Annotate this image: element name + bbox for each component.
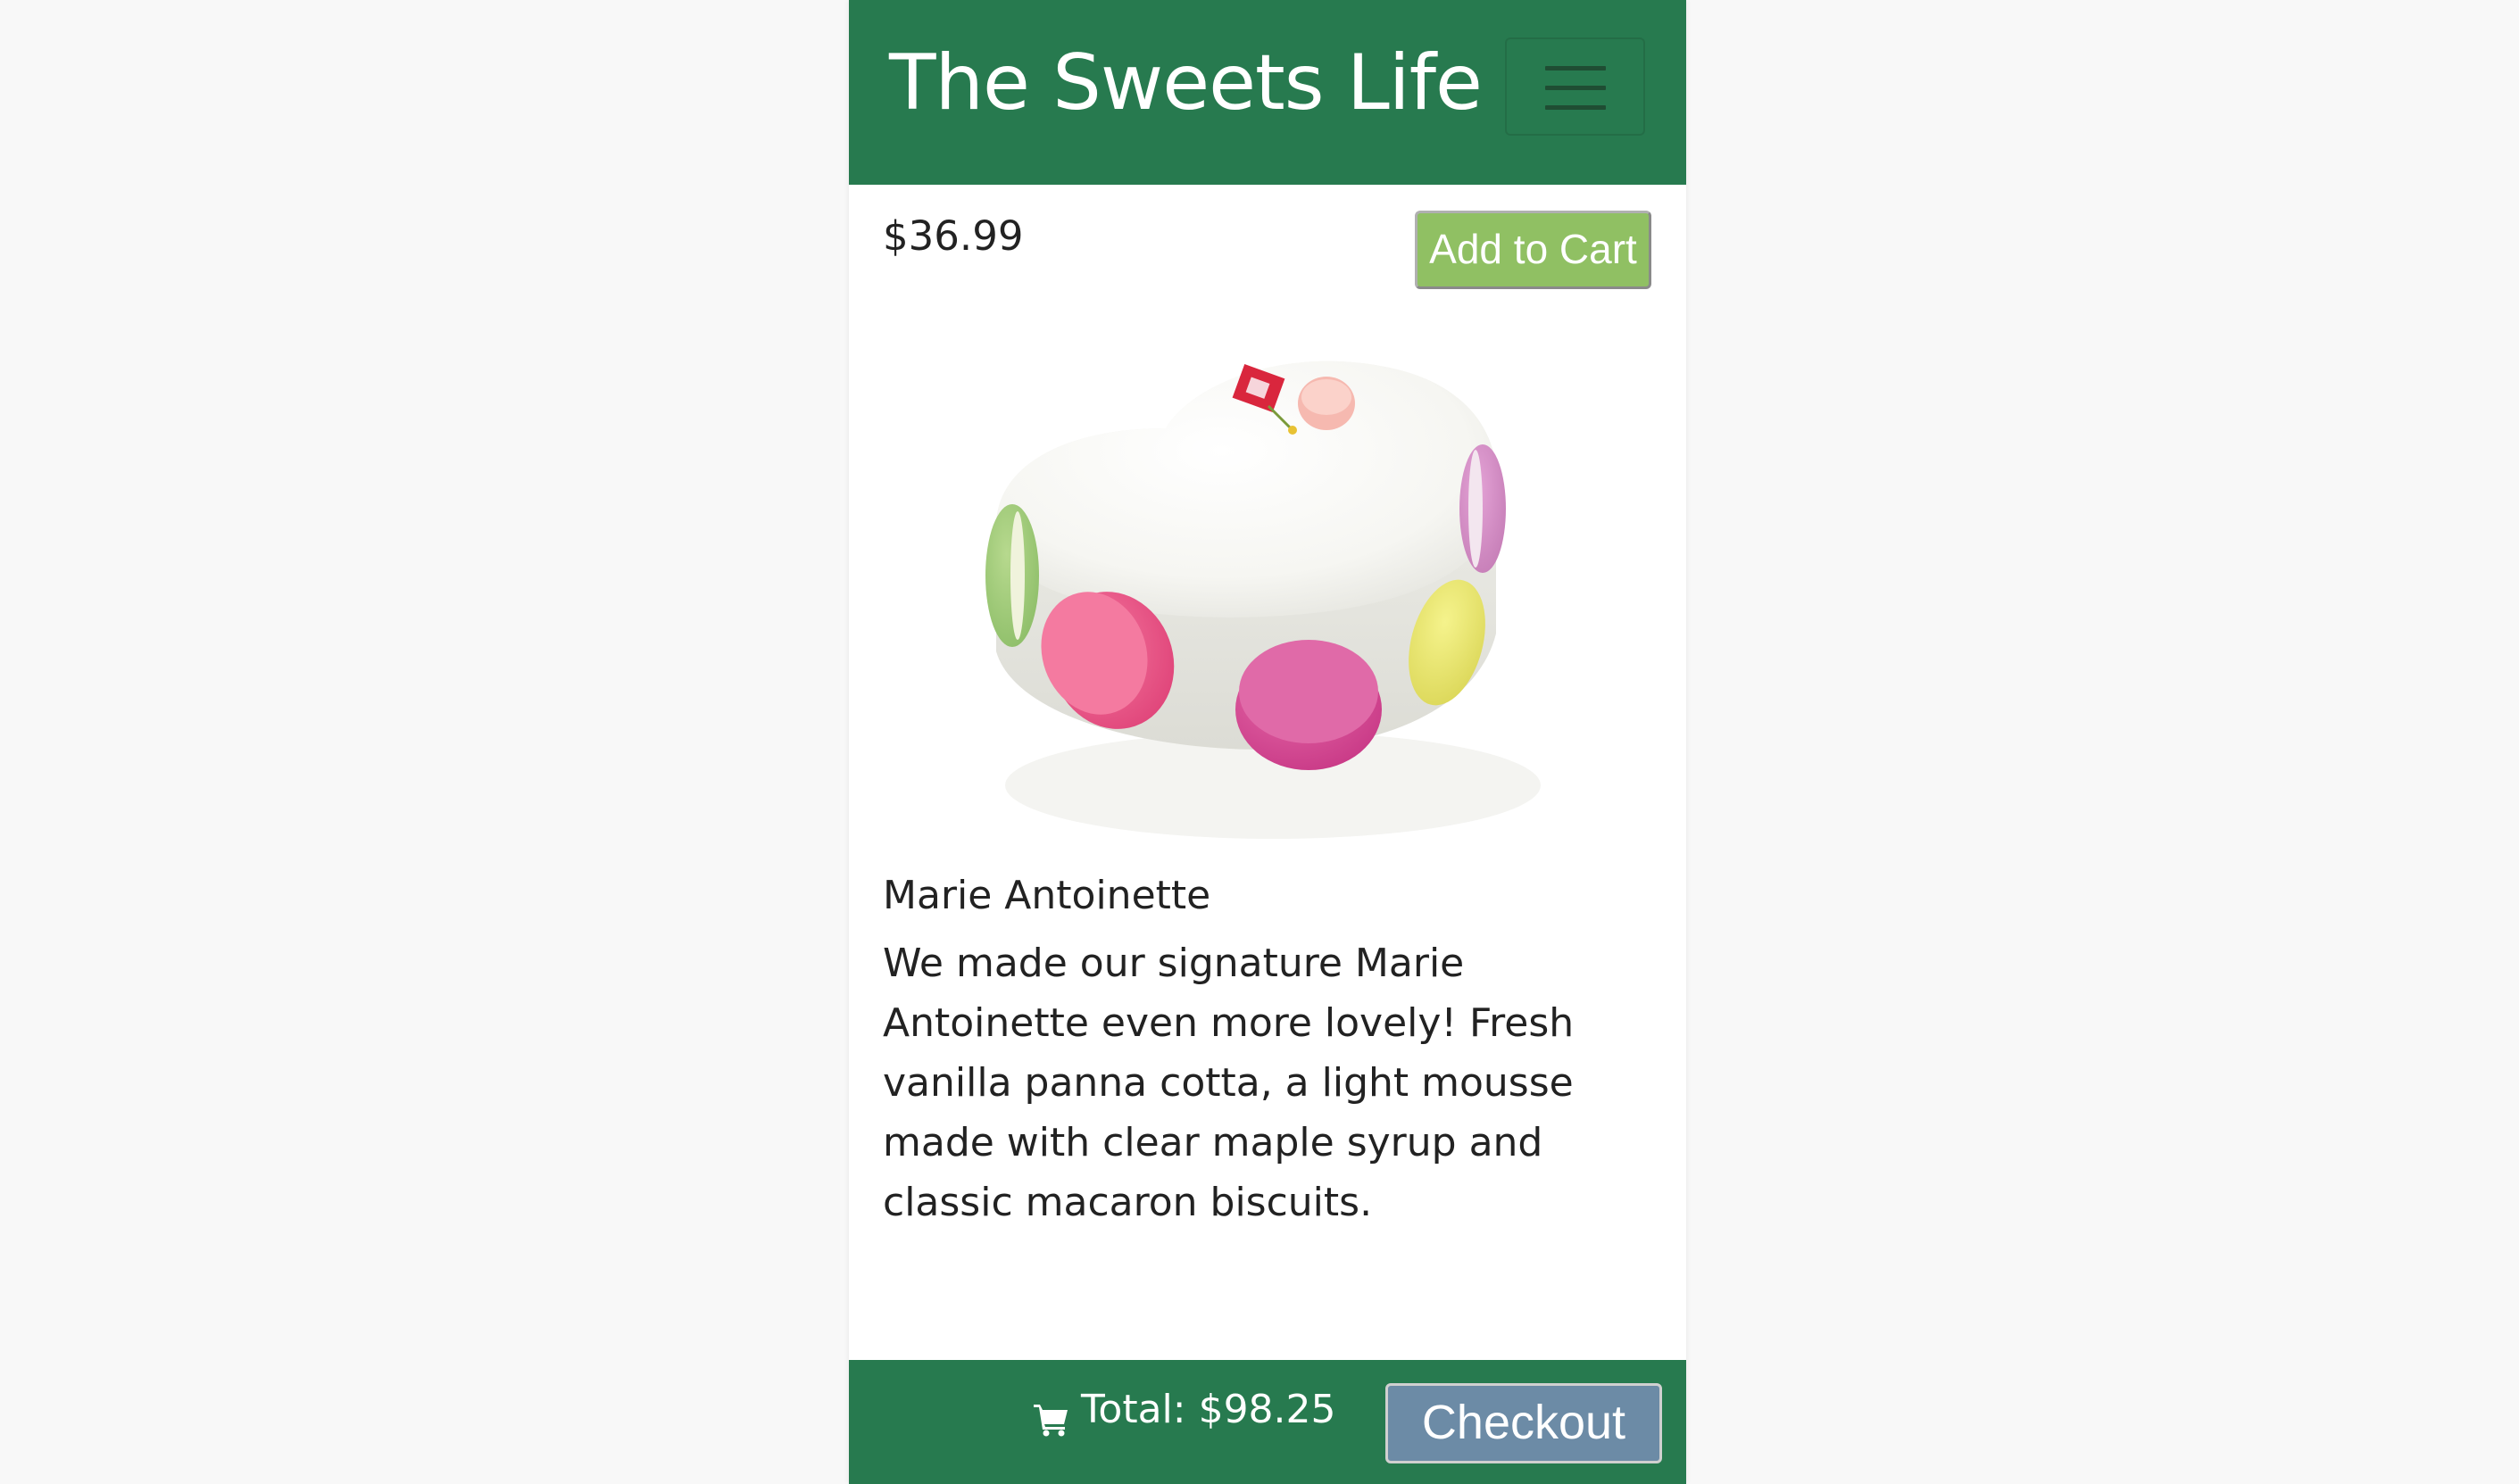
hamburger-menu-icon [1545, 66, 1606, 70]
hamburger-menu-button[interactable] [1505, 37, 1645, 136]
add-to-cart-button[interactable]: Add to Cart [1415, 211, 1651, 289]
macaron-lilac [1459, 444, 1506, 573]
cart-total: Total: $98.25 [1081, 1387, 1336, 1432]
macaron-green [985, 504, 1039, 647]
product-description: We made our signature Marie Antoinette e… [883, 941, 1575, 1225]
macaron-magenta [1235, 640, 1382, 770]
phone-viewport: The Sweets Life $36.99 Add to Cart Marie… [849, 0, 1686, 1484]
navbar: The Sweets Life [849, 0, 1686, 185]
cart-footer: Total: $98.25 Checkout [849, 1360, 1686, 1484]
product-name: Marie Antoinette [883, 873, 1211, 918]
shopping-cart-icon [1034, 1405, 1068, 1437]
product-image [985, 361, 1541, 839]
checkout-button[interactable]: Checkout [1385, 1383, 1662, 1463]
brand-title[interactable]: The Sweets Life [889, 37, 1483, 129]
product-price: $36.99 [883, 212, 1024, 260]
